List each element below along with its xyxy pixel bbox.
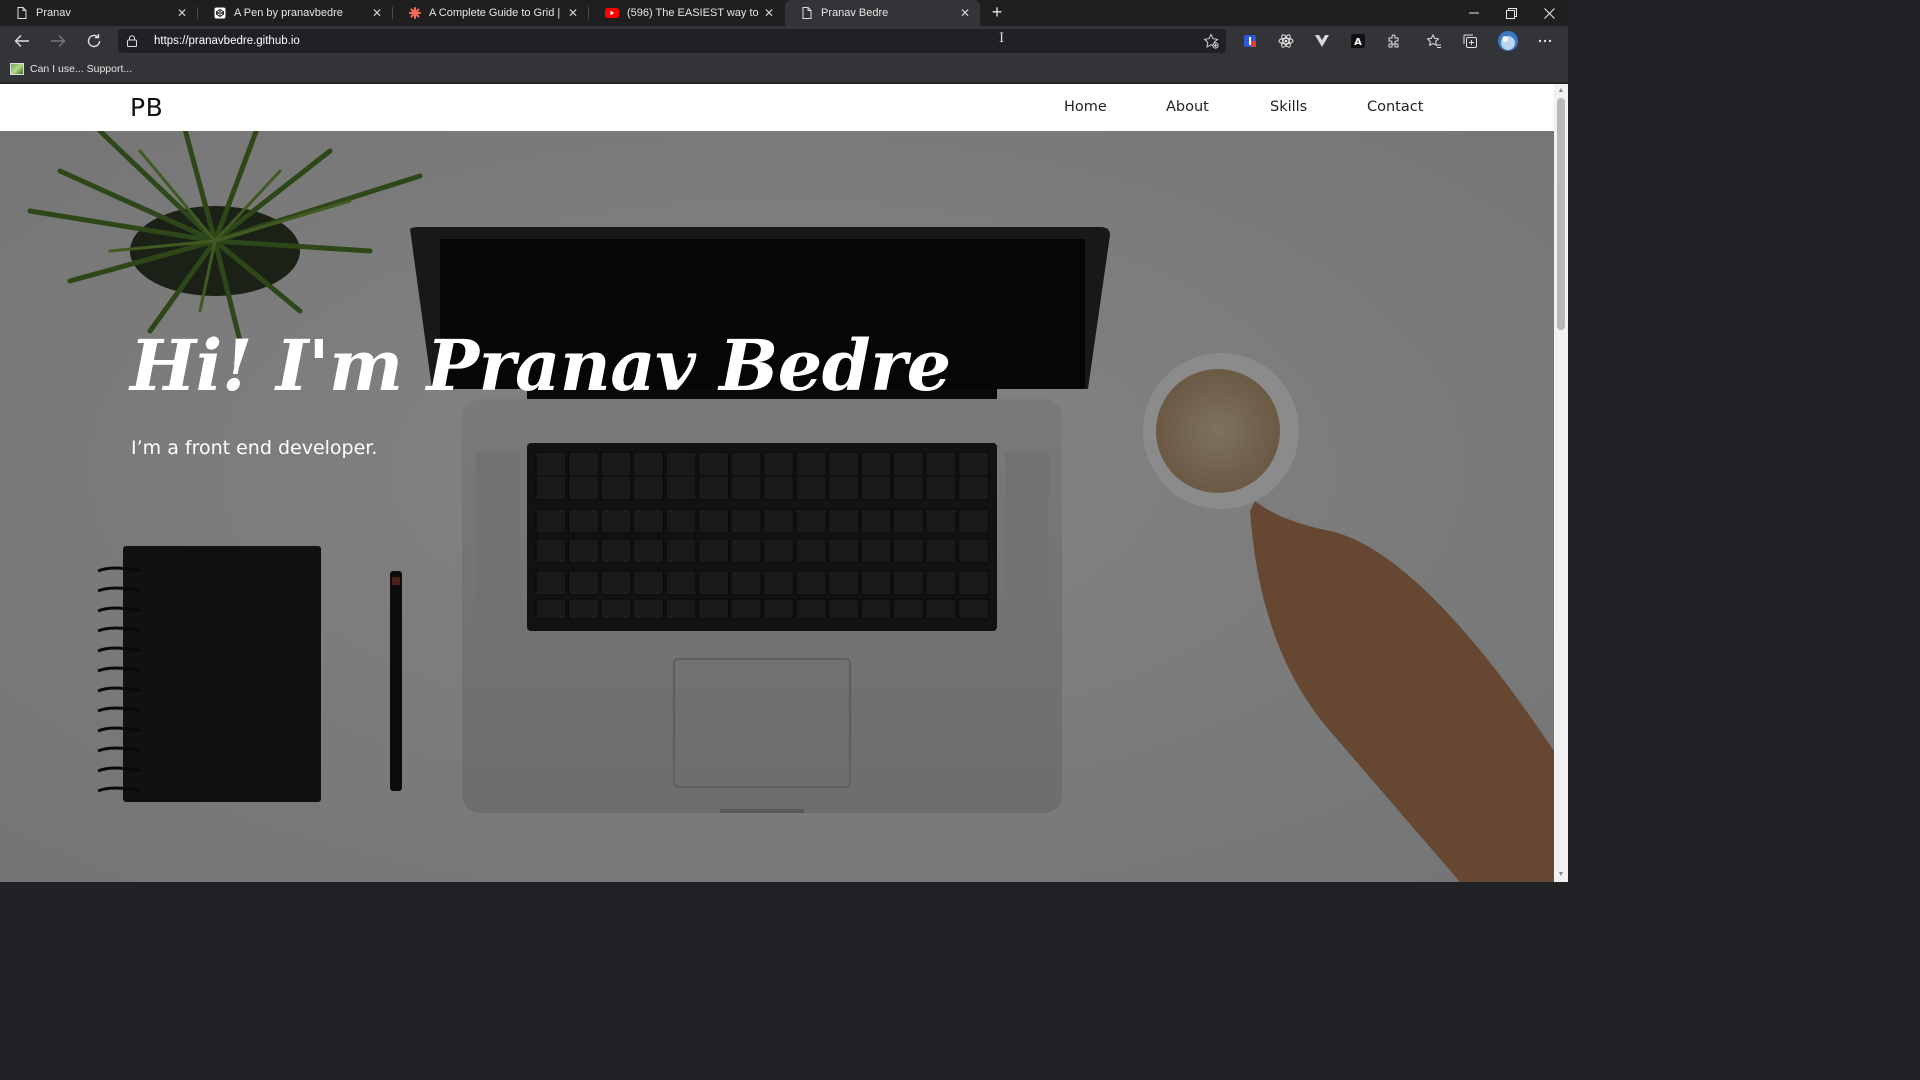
extension-shield-icon[interactable]: [1241, 32, 1259, 50]
refresh-button[interactable]: [83, 30, 105, 52]
nav-link-about[interactable]: About: [1166, 99, 1209, 115]
extensions-puzzle-icon[interactable]: [1385, 32, 1403, 50]
favorite-caniuse[interactable]: Can I use... Support...: [10, 61, 132, 77]
nav-link-contact[interactable]: Contact: [1367, 99, 1423, 115]
caniuse-favicon: [10, 63, 24, 75]
hero-subtitle: I’m a front end developer.: [131, 437, 378, 459]
svg-text:A: A: [1354, 37, 1362, 48]
new-tab-button[interactable]: +: [988, 3, 1006, 23]
address-bar[interactable]: https://pranavbedre.github.io: [118, 29, 1226, 53]
tab-title: Pranav: [36, 7, 71, 19]
browser-tab-1[interactable]: Pranav ✕: [0, 0, 197, 26]
scrollbar-thumb[interactable]: [1557, 98, 1565, 330]
scroll-up-arrow-icon[interactable]: ▲: [1554, 85, 1568, 97]
more-menu-icon[interactable]: [1536, 32, 1554, 50]
page-scrollbar[interactable]: ▲ ▼: [1554, 84, 1568, 882]
site-navbar: PB Home About Skills Contact: [0, 84, 1554, 131]
react-devtools-icon[interactable]: [1277, 32, 1295, 50]
youtube-icon: [605, 7, 619, 19]
close-tab-icon[interactable]: ✕: [762, 6, 776, 20]
favorites-bar: Can I use... Support...: [0, 56, 1568, 83]
minimize-button[interactable]: [1456, 0, 1492, 26]
font-extension-icon[interactable]: A: [1349, 32, 1367, 50]
tab-title: A Complete Guide to Grid | CSS-: [429, 7, 562, 19]
scroll-down-arrow-icon[interactable]: ▼: [1554, 869, 1568, 881]
browser-tab-5-active[interactable]: Pranav Bedre ✕: [785, 0, 980, 26]
nav-link-skills[interactable]: Skills: [1270, 99, 1307, 115]
codepen-icon: [214, 7, 226, 19]
hero-section: Hi! I'm Pranav Bedre I’m a front end dev…: [0, 131, 1554, 882]
back-button[interactable]: [11, 30, 33, 52]
favorite-label: Can I use... Support...: [30, 63, 133, 75]
url-text: https://pranavbedre.github.io: [154, 35, 300, 47]
close-tab-icon[interactable]: ✕: [370, 6, 384, 20]
hero-overlay: [0, 131, 1554, 882]
restore-button[interactable]: [1493, 0, 1529, 26]
page-icon: [16, 7, 28, 19]
browser-tab-2[interactable]: A Pen by pranavbedre ✕: [198, 0, 392, 26]
collections-icon[interactable]: [1461, 32, 1479, 50]
text-cursor-icon: I: [999, 31, 1005, 46]
close-tab-icon[interactable]: ✕: [958, 6, 972, 20]
close-tab-icon[interactable]: ✕: [175, 6, 189, 20]
lock-icon[interactable]: [118, 35, 146, 47]
close-window-button[interactable]: [1531, 0, 1567, 26]
nav-link-home[interactable]: Home: [1064, 99, 1107, 115]
browser-tab-3[interactable]: A Complete Guide to Grid | CSS- ✕: [393, 0, 588, 26]
page-icon: [801, 7, 813, 19]
hero-title: Hi! I'm Pranav Bedre: [130, 324, 951, 407]
tab-title: (596) The EASIEST way to get sta: [627, 7, 758, 19]
close-tab-icon[interactable]: ✕: [566, 6, 580, 20]
profile-avatar-icon[interactable]: [1497, 30, 1519, 52]
favorites-icon[interactable]: [1425, 32, 1443, 50]
css-tricks-icon: [409, 7, 421, 19]
tab-title: Pranav Bedre: [821, 7, 889, 19]
browser-tab-4[interactable]: (596) The EASIEST way to get sta ✕: [589, 0, 784, 26]
vue-devtools-icon[interactable]: [1313, 32, 1331, 50]
site-logo[interactable]: PB: [130, 93, 163, 122]
forward-button[interactable]: [47, 30, 69, 52]
page-viewport: PB Home About Skills Contact Hi! I'm Pra…: [0, 84, 1554, 882]
tab-strip: Pranav ✕ A Pen by pranavbedre ✕ A Comple…: [0, 0, 1568, 26]
tab-title: A Pen by pranavbedre: [234, 7, 343, 19]
add-favorite-icon[interactable]: [1202, 32, 1220, 50]
